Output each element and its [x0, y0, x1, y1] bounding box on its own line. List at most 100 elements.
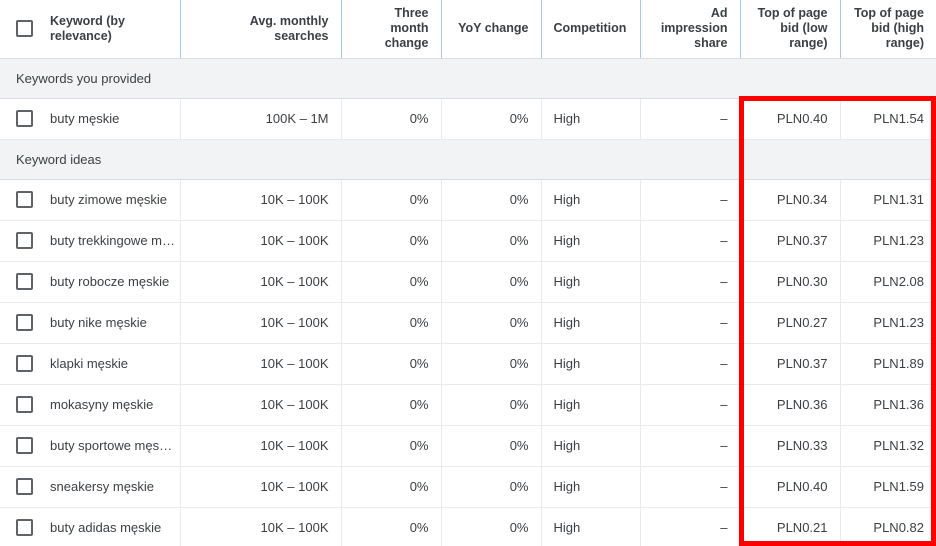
keyword-text: buty adidas męskie — [50, 520, 161, 535]
cell-top-of-page-bid-high: PLN1.59 — [840, 466, 936, 507]
cell-avg-monthly-searches: 10K – 100K — [180, 507, 341, 546]
cell-ad-impression-share: – — [640, 220, 740, 261]
column-header-yoy-change-label: YoY change — [458, 21, 528, 35]
row-select-checkbox[interactable] — [16, 437, 33, 454]
cell-yoy-change: 0% — [441, 261, 541, 302]
cell-top-of-page-bid-high: PLN1.23 — [840, 220, 936, 261]
cell-top-of-page-bid-low: PLN0.40 — [740, 466, 840, 507]
column-header-top-of-page-bid-low-label: Top of page bid (low range) — [758, 6, 828, 50]
row-select-checkbox[interactable] — [16, 191, 33, 208]
cell-top-of-page-bid-high: PLN1.36 — [840, 384, 936, 425]
cell-keyword[interactable]: buty sportowe męskie — [0, 425, 180, 466]
table-row[interactable]: buty robocze męskie10K – 100K0%0%High–PL… — [0, 261, 936, 302]
table-row[interactable]: buty męskie100K – 1M0%0%High–PLN0.40PLN1… — [0, 98, 936, 139]
cell-top-of-page-bid-high: PLN1.31 — [840, 179, 936, 220]
cell-ad-impression-share: – — [640, 384, 740, 425]
cell-keyword[interactable]: buty trekkingowe mę… — [0, 220, 180, 261]
cell-ad-impression-share: – — [640, 98, 740, 139]
column-header-competition[interactable]: Competition — [541, 0, 640, 58]
cell-top-of-page-bid-low: PLN0.40 — [740, 98, 840, 139]
select-all-checkbox[interactable] — [16, 20, 33, 37]
row-select-checkbox[interactable] — [16, 355, 33, 372]
cell-top-of-page-bid-high: PLN2.08 — [840, 261, 936, 302]
column-header-top-of-page-bid-high[interactable]: Top of page bid (high range) — [840, 0, 936, 58]
table-header: Keyword (by relevance) Avg. monthly sear… — [0, 0, 936, 58]
cell-three-month-change: 0% — [341, 98, 441, 139]
column-header-keyword[interactable]: Keyword (by relevance) — [0, 0, 180, 58]
table-row[interactable]: buty trekkingowe mę…10K – 100K0%0%High–P… — [0, 220, 936, 261]
column-header-avg-monthly-searches-label: Avg. monthly searches — [250, 14, 329, 43]
cell-yoy-change: 0% — [441, 220, 541, 261]
cell-avg-monthly-searches: 10K – 100K — [180, 343, 341, 384]
table-row[interactable]: buty sportowe męskie10K – 100K0%0%High–P… — [0, 425, 936, 466]
table-group-header-row: Keywords you provided — [0, 58, 936, 98]
keyword-planner-table-screen: Keyword (by relevance) Avg. monthly sear… — [0, 0, 936, 546]
cell-three-month-change: 0% — [341, 302, 441, 343]
keyword-text: sneakersy męskie — [50, 479, 154, 494]
cell-competition: High — [541, 384, 640, 425]
table-row[interactable]: mokasyny męskie10K – 100K0%0%High–PLN0.3… — [0, 384, 936, 425]
cell-ad-impression-share: – — [640, 466, 740, 507]
cell-top-of-page-bid-low: PLN0.30 — [740, 261, 840, 302]
cell-competition: High — [541, 425, 640, 466]
keyword-text: mokasyny męskie — [50, 397, 153, 412]
cell-top-of-page-bid-low: PLN0.27 — [740, 302, 840, 343]
cell-top-of-page-bid-low: PLN0.34 — [740, 179, 840, 220]
table-row[interactable]: buty zimowe męskie10K – 100K0%0%High–PLN… — [0, 179, 936, 220]
row-select-checkbox[interactable] — [16, 110, 33, 127]
cell-yoy-change: 0% — [441, 384, 541, 425]
row-select-checkbox[interactable] — [16, 314, 33, 331]
row-select-checkbox[interactable] — [16, 232, 33, 249]
row-select-checkbox[interactable] — [16, 396, 33, 413]
table-row[interactable]: buty nike męskie10K – 100K0%0%High–PLN0.… — [0, 302, 936, 343]
cell-keyword[interactable]: buty męskie — [0, 98, 180, 139]
table-group-header-label: Keywords you provided — [0, 58, 936, 98]
row-select-checkbox[interactable] — [16, 478, 33, 495]
cell-top-of-page-bid-low: PLN0.37 — [740, 220, 840, 261]
cell-keyword[interactable]: buty nike męskie — [0, 302, 180, 343]
table-group-header-row: Keyword ideas — [0, 139, 936, 179]
cell-competition: High — [541, 466, 640, 507]
cell-yoy-change: 0% — [441, 343, 541, 384]
table-row[interactable]: buty adidas męskie10K – 100K0%0%High–PLN… — [0, 507, 936, 546]
cell-avg-monthly-searches: 10K – 100K — [180, 466, 341, 507]
keyword-text: buty nike męskie — [50, 315, 147, 330]
cell-keyword[interactable]: buty robocze męskie — [0, 261, 180, 302]
column-header-yoy-change[interactable]: YoY change — [441, 0, 541, 58]
cell-avg-monthly-searches: 10K – 100K — [180, 220, 341, 261]
table-row[interactable]: sneakersy męskie10K – 100K0%0%High–PLN0.… — [0, 466, 936, 507]
cell-yoy-change: 0% — [441, 425, 541, 466]
cell-competition: High — [541, 507, 640, 546]
column-header-avg-monthly-searches[interactable]: Avg. monthly searches — [180, 0, 341, 58]
column-header-top-of-page-bid-low[interactable]: Top of page bid (low range) — [740, 0, 840, 58]
cell-ad-impression-share: – — [640, 261, 740, 302]
keyword-text: klapki męskie — [50, 356, 128, 371]
cell-keyword[interactable]: mokasyny męskie — [0, 384, 180, 425]
cell-yoy-change: 0% — [441, 179, 541, 220]
cell-three-month-change: 0% — [341, 343, 441, 384]
cell-three-month-change: 0% — [341, 261, 441, 302]
table-group-header-label: Keyword ideas — [0, 139, 936, 179]
cell-three-month-change: 0% — [341, 466, 441, 507]
row-select-checkbox[interactable] — [16, 273, 33, 290]
cell-keyword[interactable]: klapki męskie — [0, 343, 180, 384]
cell-ad-impression-share: – — [640, 425, 740, 466]
keyword-text: buty trekkingowe mę… — [50, 233, 175, 248]
column-header-keyword-label: Keyword (by relevance) — [50, 14, 125, 43]
column-header-three-month-change[interactable]: Three month change — [341, 0, 441, 58]
table-row[interactable]: klapki męskie10K – 100K0%0%High–PLN0.37P… — [0, 343, 936, 384]
cell-top-of-page-bid-low: PLN0.37 — [740, 343, 840, 384]
cell-competition: High — [541, 343, 640, 384]
row-select-checkbox[interactable] — [16, 519, 33, 536]
keyword-text: buty sportowe męskie — [50, 438, 175, 453]
cell-ad-impression-share: – — [640, 507, 740, 546]
cell-keyword[interactable]: buty zimowe męskie — [0, 179, 180, 220]
cell-avg-monthly-searches: 10K – 100K — [180, 302, 341, 343]
column-header-ad-impression-share[interactable]: Ad impression share — [640, 0, 740, 58]
cell-yoy-change: 0% — [441, 302, 541, 343]
cell-top-of-page-bid-high: PLN0.82 — [840, 507, 936, 546]
cell-ad-impression-share: – — [640, 179, 740, 220]
cell-keyword[interactable]: buty adidas męskie — [0, 507, 180, 546]
cell-keyword[interactable]: sneakersy męskie — [0, 466, 180, 507]
keyword-ideas-table: Keyword (by relevance) Avg. monthly sear… — [0, 0, 936, 546]
